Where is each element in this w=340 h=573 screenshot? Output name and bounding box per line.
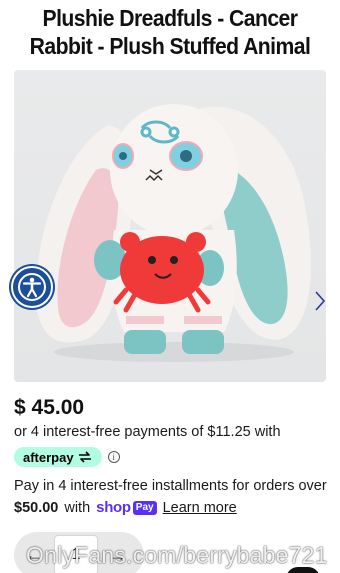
info-icon[interactable]: i — [107, 451, 120, 463]
quantity-increase-button[interactable]: → — [98, 532, 138, 573]
afterpay-row: afterpay i — [14, 446, 120, 468]
product-image-gallery[interactable] — [14, 70, 326, 382]
product-price: $ 45.00 — [14, 396, 85, 419]
product-image — [35, 104, 311, 362]
shop-pay-text: Pay in 4 interest-free installments for … — [14, 478, 327, 494]
chevron-right-icon — [315, 291, 326, 311]
quantity-input[interactable] — [54, 535, 98, 573]
shop-pay-threshold: $50.00 — [14, 499, 59, 516]
afterpay-label: afterpay — [23, 449, 74, 465]
accessibility-icon — [18, 273, 46, 301]
learn-more-link[interactable]: Learn more — [163, 500, 237, 516]
shop-pay-with: with — [64, 499, 91, 516]
shop-pay-logo-pay: Pay — [132, 500, 157, 515]
shop-pay-row: $50.00 with shop Pay Learn more — [14, 499, 237, 516]
afterpay-installments-text: or 4 interest-free payments of $11.25 wi… — [14, 424, 281, 440]
quantity-stepper: ← → — [14, 532, 144, 573]
quantity-decrease-button[interactable]: ← — [14, 532, 54, 573]
accessibility-button[interactable] — [11, 266, 53, 308]
gallery-next-button[interactable] — [314, 290, 326, 316]
product-title: Plushie Dreadfuls - Cancer Rabbit - Plus… — [29, 5, 311, 59]
floating-button-edge[interactable] — [286, 567, 320, 573]
afterpay-arrows-icon — [78, 451, 91, 463]
shop-pay-logo: shop Pay — [96, 499, 157, 516]
afterpay-badge[interactable]: afterpay — [14, 447, 102, 467]
shop-pay-logo-shop: shop — [96, 499, 131, 516]
